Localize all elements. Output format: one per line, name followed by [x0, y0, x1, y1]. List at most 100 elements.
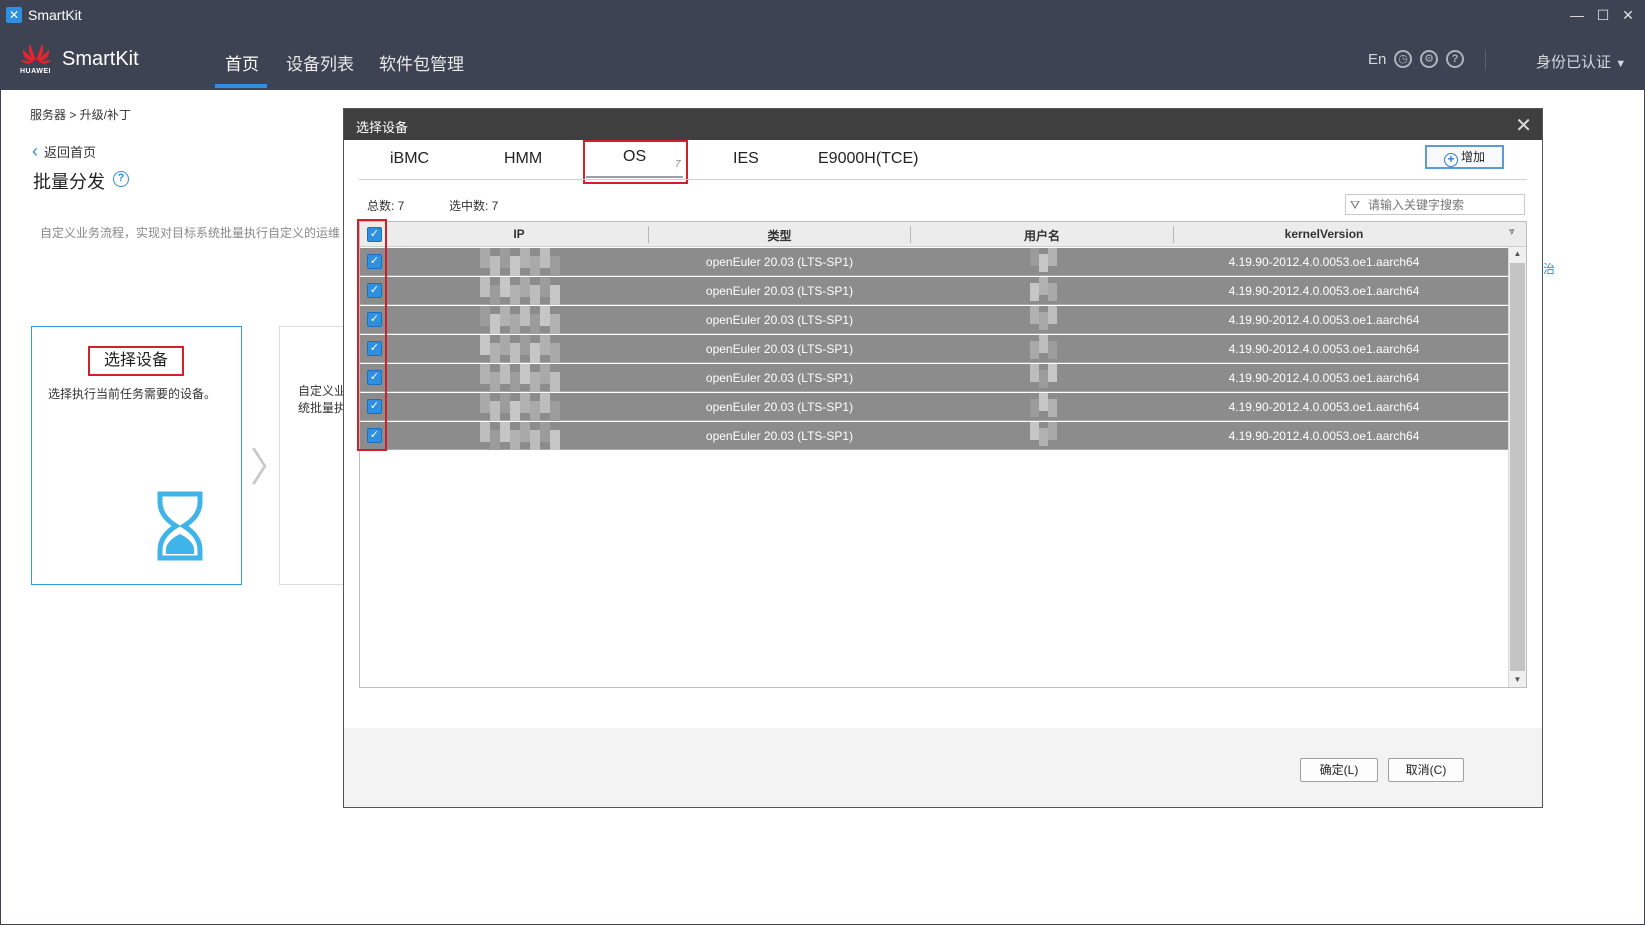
step-description: 选择执行当前任务需要的设备。 — [48, 387, 217, 401]
tab-hmm[interactable]: HMM — [504, 150, 542, 168]
redacted-username — [1030, 422, 1058, 450]
cancel-button[interactable]: 取消(C) — [1388, 758, 1464, 782]
nav-home[interactable]: 首页 — [225, 50, 259, 75]
right-partial-link[interactable]: 治 — [1543, 260, 1555, 277]
table-row[interactable]: ✓ openEuler 20.03 (LTS-SP1) 4.19.90-2012.4… — [360, 422, 1508, 450]
cell-kernel-version: 4.19.90-2012.4.0.0053.oe1.aarch64 — [1228, 284, 1420, 298]
clock-icon[interactable]: ◷ — [1394, 50, 1412, 68]
cell-kernel-version: 4.19.90-2012.4.0.0053.oe1.aarch64 — [1228, 400, 1420, 414]
header-divider — [1485, 50, 1486, 70]
question-help-icon[interactable]: ? — [113, 171, 129, 187]
app-header: HUAWEI SmartKit 首页 设备列表 软件包管理 En ◷ ⚙ ? 身… — [0, 30, 1645, 90]
minimize-icon[interactable]: — — [1568, 6, 1586, 24]
plus-circle-icon: + — [1443, 153, 1458, 167]
nav-device-list[interactable]: 设备列表 — [286, 50, 354, 75]
cell-type: openEuler 20.03 (LTS-SP1) — [705, 342, 854, 356]
smartkit-app-icon: ✕ — [6, 7, 22, 23]
column-header-kernel-version[interactable]: kernelVersion — [1174, 227, 1474, 241]
cell-type: openEuler 20.03 (LTS-SP1) — [705, 400, 854, 414]
row-checkbox[interactable]: ✓ — [367, 370, 382, 385]
maximize-icon[interactable]: ☐ — [1594, 6, 1612, 24]
table-row[interactable]: ✓ openEuler 20.03 (LTS-SP1) 4.19.90-2012.4… — [360, 364, 1508, 392]
table-row[interactable]: ✓ openEuler 20.03 (LTS-SP1) 4.19.90-2012.4… — [360, 393, 1508, 421]
dialog-titlebar: 选择设备 ✕ — [344, 109, 1542, 140]
scrollbar-thumb[interactable] — [1510, 263, 1525, 671]
tab-os-highlight — [583, 140, 688, 184]
row-checkbox[interactable]: ✓ — [367, 341, 382, 356]
row-checkbox[interactable]: ✓ — [367, 254, 382, 269]
hourglass-icon — [157, 491, 203, 561]
vertical-scrollbar[interactable]: ▲ ▼ — [1508, 247, 1526, 687]
tab-ibmc[interactable]: iBMC — [390, 150, 429, 168]
column-chooser-icon[interactable]: ⩔ — [1509, 226, 1515, 237]
step2-desc-line2: 统批量执 — [298, 401, 347, 415]
cell-type: openEuler 20.03 (LTS-SP1) — [705, 371, 854, 385]
scroll-up-icon[interactable]: ▲ — [1509, 247, 1526, 261]
row-checkbox[interactable]: ✓ — [367, 399, 382, 414]
redacted-username — [1030, 335, 1058, 363]
column-header-username[interactable]: 用户名 — [911, 227, 1173, 244]
tab-e9000h[interactable]: E9000H(TCE) — [818, 150, 918, 168]
redacted-username — [1030, 364, 1058, 392]
redacted-ip — [480, 277, 560, 305]
cell-kernel-version: 4.19.90-2012.4.0.0053.oe1.aarch64 — [1228, 371, 1420, 385]
window-titlebar: ✕ SmartKit — ☐ ✕ — [0, 0, 1645, 30]
redacted-ip — [480, 335, 560, 363]
table-row[interactable]: ✓ openEuler 20.03 (LTS-SP1) 4.19.90-2012.4… — [360, 335, 1508, 363]
chevron-down-icon: ▼ — [1615, 58, 1627, 70]
tab-divider — [359, 179, 1527, 180]
cell-type: openEuler 20.03 (LTS-SP1) — [705, 313, 854, 327]
add-button-label: 增加 — [1460, 150, 1485, 164]
back-home-label: 返回首页 — [44, 145, 97, 160]
ok-button[interactable]: 确定(L) — [1300, 758, 1378, 782]
nav-active-indicator — [215, 84, 267, 88]
language-switch[interactable]: En — [1368, 51, 1386, 68]
back-home-link[interactable]: ‹ 返回首页 — [32, 141, 96, 162]
huawei-logo-text: HUAWEI — [20, 68, 51, 75]
search-field[interactable]: ⛛ — [1345, 194, 1525, 215]
row-checkbox[interactable]: ✓ — [367, 283, 382, 298]
total-count: 总数: 7 — [367, 199, 405, 213]
cell-kernel-version: 4.19.90-2012.4.0.0053.oe1.aarch64 — [1228, 255, 1420, 269]
select-all-checkbox[interactable]: ✓ — [367, 227, 382, 242]
table-header: ✓ IP 类型 用户名 kernelVersion ⩔ — [360, 222, 1526, 247]
column-header-ip[interactable]: IP — [390, 227, 648, 241]
scroll-down-icon[interactable]: ▼ — [1509, 673, 1526, 687]
cell-kernel-version: 4.19.90-2012.4.0.0053.oe1.aarch64 — [1228, 313, 1420, 327]
step-title: 选择设备 — [88, 346, 184, 376]
redacted-username — [1030, 277, 1058, 305]
redacted-ip — [480, 306, 560, 334]
close-icon[interactable]: ✕ — [1619, 6, 1637, 24]
cell-kernel-version: 4.19.90-2012.4.0.0053.oe1.aarch64 — [1228, 429, 1420, 443]
brand-name: SmartKit — [62, 48, 139, 70]
selected-count: 选中数: 7 — [449, 199, 499, 213]
device-table: ✓ IP 类型 用户名 kernelVersion ⩔ ✓ openEuler 2… — [357, 219, 1527, 688]
tab-ies[interactable]: IES — [733, 150, 759, 168]
help-icon[interactable]: ? — [1446, 50, 1464, 68]
row-checkbox[interactable]: ✓ — [367, 428, 382, 443]
auth-status-menu[interactable]: 身份已认证 ▼ — [1536, 51, 1626, 72]
cell-type: openEuler 20.03 (LTS-SP1) — [705, 284, 854, 298]
step2-desc-line1: 自定义业 — [298, 384, 347, 398]
add-button[interactable]: + 增加 — [1425, 145, 1504, 169]
redacted-username — [1030, 306, 1058, 334]
dialog-title: 选择设备 — [356, 120, 409, 135]
nav-package-management[interactable]: 软件包管理 — [379, 50, 464, 75]
dialog-close-icon[interactable]: ✕ — [1515, 113, 1532, 138]
page-description: 自定义业务流程，实现对目标系统批量执行自定义的运维 — [40, 226, 341, 240]
redacted-ip — [480, 248, 560, 276]
cell-type: openEuler 20.03 (LTS-SP1) — [705, 429, 854, 443]
row-checkbox[interactable]: ✓ — [367, 312, 382, 327]
redacted-ip — [480, 393, 560, 421]
table-row[interactable]: ✓ openEuler 20.03 (LTS-SP1) 4.19.90-2012.4… — [360, 248, 1508, 276]
column-header-type[interactable]: 类型 — [649, 227, 910, 244]
search-input[interactable] — [1368, 196, 1522, 213]
table-row[interactable]: ✓ openEuler 20.03 (LTS-SP1) 4.19.90-2012.4… — [360, 306, 1508, 334]
window-title: SmartKit — [28, 7, 82, 23]
auth-status-label: 身份已认证 — [1536, 54, 1612, 71]
settings-gear-icon[interactable]: ⚙ — [1420, 50, 1438, 68]
filter-funnel-icon: ⛛ — [1350, 198, 1361, 212]
step-card-select-device[interactable]: 选择设备 选择执行当前任务需要的设备。 — [31, 326, 242, 585]
dialog-content: iBMC HMM OS 7 IES E9000H(TCE) + 增加 总数: 7 … — [344, 140, 1542, 728]
table-row[interactable]: ✓ openEuler 20.03 (LTS-SP1) 4.19.90-2012.4… — [360, 277, 1508, 305]
